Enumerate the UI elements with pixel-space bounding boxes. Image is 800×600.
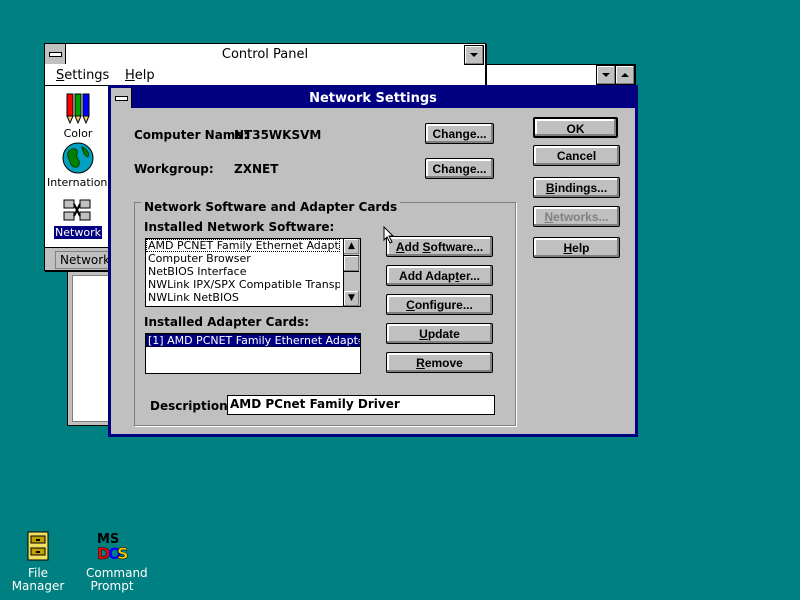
minimize-arrow-icon	[470, 53, 478, 57]
list-item[interactable]: AMD PCNET Family Ethernet Adapter Dri	[146, 239, 340, 252]
control-panel-item-international[interactable]: International	[47, 141, 118, 189]
control-panel-item-label: International	[47, 176, 118, 189]
globe-icon	[62, 142, 94, 174]
dialog-titlebar[interactable]: Network Settings	[111, 88, 635, 108]
background-window-pane	[72, 275, 110, 422]
computer-name-value: NT35WKSVM	[234, 128, 322, 142]
group-caption: Network Software and Adapter Cards	[141, 200, 401, 214]
list-item[interactable]: NWLink NetBIOS	[146, 291, 340, 304]
control-panel-item-label: Color	[63, 127, 93, 140]
control-panel-item-label: Network	[54, 226, 102, 239]
control-panel-item-network[interactable]: Network	[47, 197, 109, 239]
description-label: Description:	[150, 399, 233, 413]
svg-text:S: S	[117, 544, 129, 562]
menu-settings[interactable]: Settings	[56, 68, 109, 83]
list-item[interactable]: NWLink IPX/SPX Compatible Transport	[146, 278, 340, 291]
change-computer-name-button[interactable]: Change...	[425, 123, 494, 144]
maximize-arrow-icon	[621, 73, 629, 77]
scroll-down-arrow-icon[interactable]: ▼	[344, 291, 359, 306]
scroll-thumb[interactable]	[344, 255, 359, 272]
minimize-button[interactable]	[464, 45, 484, 65]
color-pencils-icon	[66, 93, 90, 125]
installed-software-list[interactable]: AMD PCNET Family Ethernet Adapter Dri Co…	[145, 238, 361, 307]
installed-adapters-label: Installed Adapter Cards:	[144, 315, 310, 329]
help-button[interactable]: Help	[533, 237, 620, 258]
desktop-icon-command-prompt[interactable]: MS D O S Command Prompt	[74, 530, 150, 593]
add-software-button[interactable]: Add Software...	[386, 236, 493, 257]
mouse-cursor-icon	[383, 226, 395, 244]
change-workgroup-button[interactable]: Change...	[425, 158, 494, 179]
configure-button[interactable]: Configure...	[386, 294, 493, 315]
ms-dos-icon: MS D O S	[97, 532, 129, 563]
desktop-icon-label: Command Prompt	[86, 566, 148, 593]
remove-button[interactable]: Remove	[386, 352, 493, 373]
add-adapter-button[interactable]: Add Adapter...	[386, 265, 493, 286]
minimize-button[interactable]	[596, 65, 616, 85]
control-panel-titlebar[interactable]: Control Panel	[45, 44, 485, 67]
list-item[interactable]: Computer Browser	[146, 252, 340, 265]
bindings-button[interactable]: Bindings...	[533, 177, 620, 198]
installed-software-label: Installed Network Software:	[144, 220, 335, 234]
menu-help[interactable]: Help	[125, 68, 155, 83]
dialog-body: Network Settings Computer Name: NT35WKSV…	[111, 88, 635, 434]
control-panel-menubar: Settings Help	[45, 66, 485, 86]
scroll-up-arrow-icon[interactable]: ▲	[344, 239, 359, 254]
description-field[interactable]: AMD PCnet Family Driver	[227, 395, 495, 415]
control-panel-item-color[interactable]: Color	[47, 90, 109, 140]
installed-adapters-list[interactable]: [1] AMD PCNET Family Ethernet Adapter	[145, 333, 361, 374]
file-cabinet-icon	[27, 531, 49, 561]
minimize-arrow-icon	[602, 73, 610, 77]
desktop-icon-label: File Manager	[11, 566, 65, 593]
maximize-button[interactable]	[615, 65, 635, 85]
control-panel-title: Control Panel	[221, 47, 309, 62]
list-item[interactable]: [1] AMD PCNET Family Ethernet Adapter	[146, 334, 360, 347]
desktop-icon-file-manager[interactable]: File Manager	[0, 530, 76, 593]
dialog-title: Network Settings	[309, 91, 437, 106]
update-button[interactable]: Update	[386, 323, 493, 344]
workgroup-value: ZXNET	[234, 162, 279, 176]
networks-button[interactable]: Networks...	[533, 206, 620, 227]
vertical-scrollbar[interactable]: ▲ ▼	[343, 239, 360, 306]
workgroup-label: Workgroup:	[134, 162, 214, 176]
cancel-button[interactable]: Cancel	[533, 145, 620, 166]
list-item[interactable]: NetBIOS Interface	[146, 265, 340, 278]
network-settings-dialog: Network Settings Computer Name: NT35WKSV…	[108, 85, 638, 437]
ok-button[interactable]: OK	[533, 117, 618, 138]
computer-name-label: Computer Name:	[134, 128, 249, 142]
status-text: Network	[55, 251, 116, 269]
network-icon	[63, 199, 91, 221]
